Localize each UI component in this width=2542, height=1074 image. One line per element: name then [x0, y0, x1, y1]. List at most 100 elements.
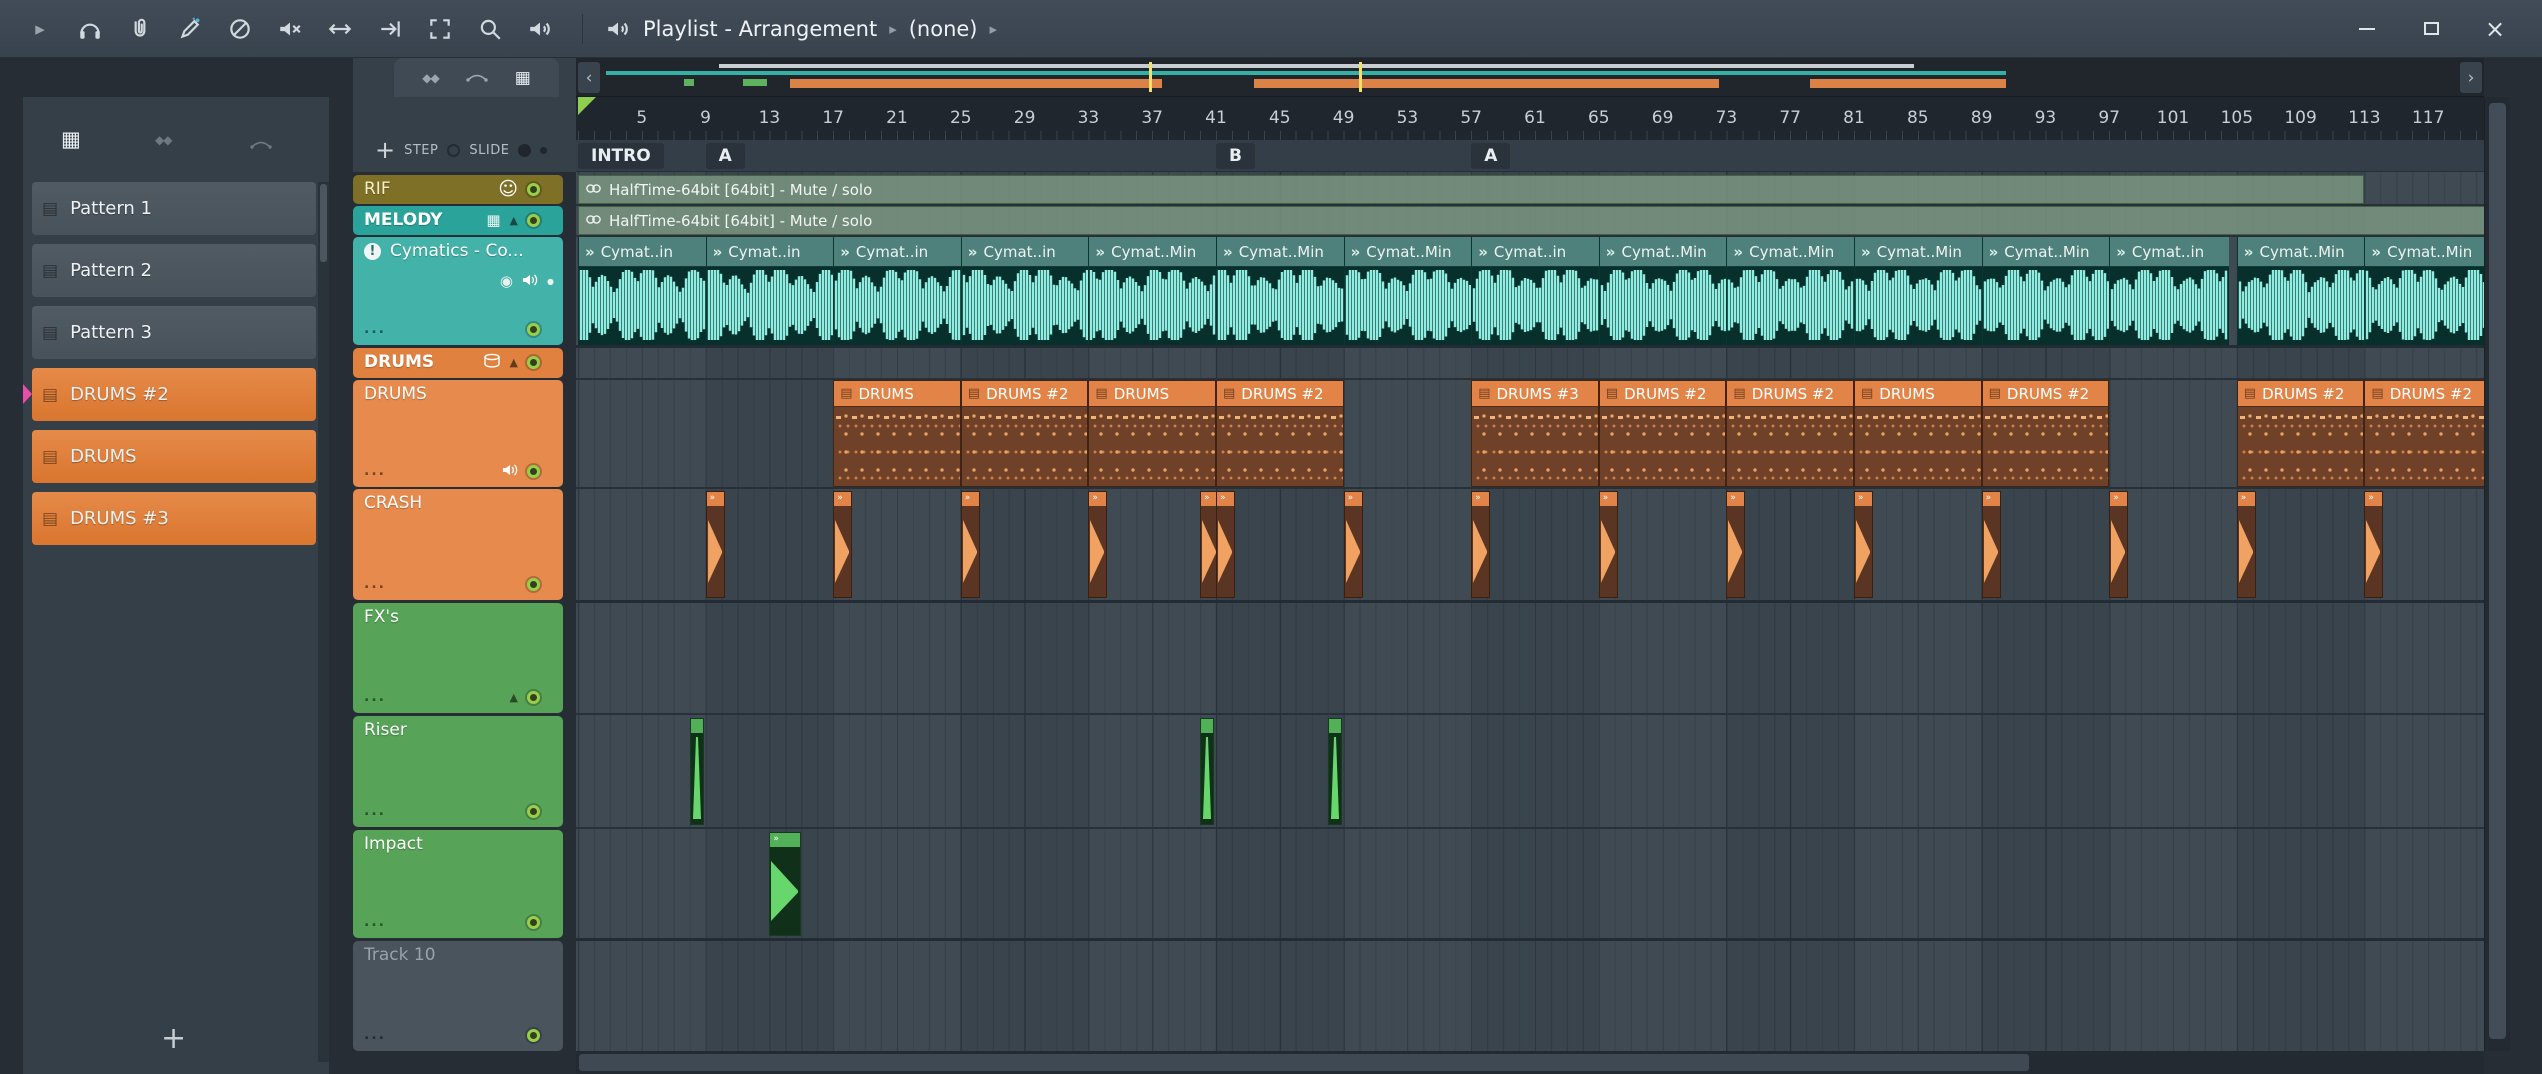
pattern-clip[interactable]: ▤ DRUMS #2: [1726, 380, 1854, 487]
pattern-clip[interactable]: ▤ DRUMS: [1088, 380, 1216, 487]
crash-clip[interactable]: »: [1343, 491, 1363, 598]
knobs-icon[interactable]: ◆◆: [155, 133, 172, 147]
audio-clip[interactable]: » Cymat..Min: [1854, 237, 1982, 345]
close-button[interactable]: ×: [2478, 12, 2512, 46]
mute-speaker-button[interactable]: [502, 462, 518, 481]
mode-dot[interactable]: [540, 146, 548, 154]
headphones-logo[interactable]: [70, 9, 110, 49]
pattern-clip[interactable]: ▤ DRUMS #2: [960, 380, 1089, 487]
horizontal-scrollbar[interactable]: [576, 1051, 2484, 1074]
track-header[interactable]: CRASH...: [353, 489, 563, 600]
typing-keyboard-tool[interactable]: [120, 9, 160, 49]
playback-start-marker[interactable]: [578, 97, 596, 115]
crash-clip[interactable]: »: [960, 491, 980, 598]
track-options-dots[interactable]: ...: [364, 321, 386, 337]
section-marker[interactable]: INTRO: [578, 143, 664, 169]
track-enable-led[interactable]: [527, 577, 540, 591]
scrollbar-thumb[interactable]: [579, 1054, 2029, 1071]
timeline-ruler[interactable]: 5 9 13 17 21 25 29 33 37 41 45 49 53 57 61 65 69 73 77 81 85…: [576, 97, 2484, 140]
slide-toggle[interactable]: [518, 143, 532, 157]
track-options-dots[interactable]: ...: [364, 463, 386, 479]
audio-clip[interactable]: » Cymat..Min: [1981, 237, 2110, 345]
section-marker-row[interactable]: INTRO A B A: [576, 140, 2484, 172]
track-header[interactable]: Riser...: [353, 716, 563, 827]
overview-content[interactable]: [604, 60, 2456, 94]
scrollbar-thumb[interactable]: [320, 184, 327, 262]
audio-clip[interactable]: » Cymat..Min: [2236, 237, 2365, 345]
piano-roll-icon[interactable]: ▦: [61, 127, 81, 151]
playlist-grid[interactable]: HalfTime-64bit [64bit] - Mute / solo Half…: [576, 172, 2484, 1051]
record-arm-icon[interactable]: ◉: [500, 272, 513, 290]
crash-clip[interactable]: »: [1216, 491, 1235, 598]
step-toggle[interactable]: [447, 143, 461, 157]
monitor-speaker-button[interactable]: [522, 272, 538, 291]
crash-clip[interactable]: »: [1088, 491, 1108, 598]
pattern-clip[interactable]: ▤ DRUMS #2: [1981, 380, 2110, 487]
add-track-mode-button[interactable]: +: [375, 138, 395, 162]
pattern-clip[interactable]: ▤ DRUMS #2: [1598, 380, 1727, 487]
grid-view-icon[interactable]: ▦: [515, 68, 531, 88]
pattern-item[interactable]: ▤ Pattern 3: [32, 306, 316, 359]
collapse-arrow-icon[interactable]: ▲: [510, 356, 518, 369]
track-options-dots[interactable]: ...: [364, 689, 386, 705]
crash-clip[interactable]: »: [1854, 491, 1873, 598]
riser-clip[interactable]: [1200, 718, 1215, 825]
track-header[interactable]: FX's... ▲: [353, 603, 563, 713]
section-marker[interactable]: A: [705, 143, 745, 169]
audio-clip[interactable]: » Cymat..Min: [1088, 237, 1216, 345]
crash-clip[interactable]: »: [705, 491, 725, 598]
maximize-button[interactable]: [2414, 12, 2448, 46]
track-enable-led[interactable]: [527, 464, 540, 478]
audio-clip[interactable]: » Cymat..in: [578, 237, 706, 345]
track-header[interactable]: RIF ☺: [353, 175, 563, 204]
crash-clip[interactable]: »: [2109, 491, 2129, 598]
track-header[interactable]: Track 10...: [353, 941, 563, 1051]
disable-tool[interactable]: [220, 9, 260, 49]
riser-clip[interactable]: [1327, 718, 1342, 825]
pattern-item[interactable]: ▤ DRUMS: [32, 430, 316, 483]
playback-tool[interactable]: [520, 9, 560, 49]
audio-clip[interactable]: » Cymat..Min: [1598, 237, 1727, 345]
audio-clip[interactable]: » Cymat..Min: [1726, 237, 1854, 345]
riser-clip[interactable]: [689, 718, 704, 825]
pattern-item[interactable]: ▤ Pattern 1: [32, 182, 316, 235]
vertical-scrollbar[interactable]: [2484, 97, 2510, 1051]
select-tool[interactable]: [420, 9, 460, 49]
section-marker[interactable]: A: [1471, 143, 1511, 169]
zoom-tool[interactable]: [470, 9, 510, 49]
slide-link-icon[interactable]: [249, 131, 273, 155]
pattern-item[interactable]: ▤ DRUMS #2: [23, 368, 316, 421]
track-options-dots[interactable]: ...: [364, 914, 386, 930]
crash-clip[interactable]: »: [1726, 491, 1746, 598]
track-enable-led[interactable]: [527, 804, 540, 818]
track-enable-led[interactable]: [527, 213, 540, 227]
pattern-item[interactable]: ▤ DRUMS #3: [32, 492, 316, 545]
crash-clip[interactable]: »: [1598, 491, 1618, 598]
crash-clip[interactable]: »: [1471, 491, 1491, 598]
crash-clip[interactable]: »: [1981, 491, 2001, 598]
track-enable-led[interactable]: [527, 322, 540, 336]
track-enable-led[interactable]: [527, 690, 540, 704]
impact-clip[interactable]: »: [769, 832, 802, 936]
track-header[interactable]: Impact...: [353, 830, 563, 938]
pattern-item[interactable]: ▤ Pattern 2: [32, 244, 316, 297]
scrollbar-thumb[interactable]: [2489, 103, 2506, 1039]
audio-clip[interactable]: » Cymat..in: [833, 237, 961, 345]
pattern-clip[interactable]: ▤ DRUMS: [833, 380, 961, 487]
track-enable-led[interactable]: [527, 915, 540, 929]
audio-clip[interactable]: » Cymat..Min: [1216, 237, 1344, 345]
track-options-dots[interactable]: ...: [364, 576, 386, 592]
pattern-list-scrollbar[interactable]: [318, 182, 329, 1062]
track-header[interactable]: DRUMS ▲: [353, 348, 563, 378]
slide-link-icon[interactable]: [465, 68, 489, 87]
track-options-dots[interactable]: ...: [364, 803, 386, 819]
pattern-clip[interactable]: ▤ DRUMS #2: [2364, 380, 2484, 487]
track-options-dots[interactable]: ...: [364, 1027, 386, 1043]
add-pattern-button[interactable]: +: [161, 1021, 186, 1056]
pan-tool[interactable]: [320, 9, 360, 49]
track-header[interactable]: ! Cymatics - Co... ◉ ●...: [353, 237, 563, 345]
automation-clip[interactable]: HalfTime-64bit [64bit] - Mute / solo: [578, 175, 2365, 204]
audio-clip[interactable]: » Cymat..Min: [2364, 237, 2484, 345]
minimize-button[interactable]: [2350, 12, 2384, 46]
audio-clip[interactable]: » Cymat..in: [705, 237, 834, 345]
